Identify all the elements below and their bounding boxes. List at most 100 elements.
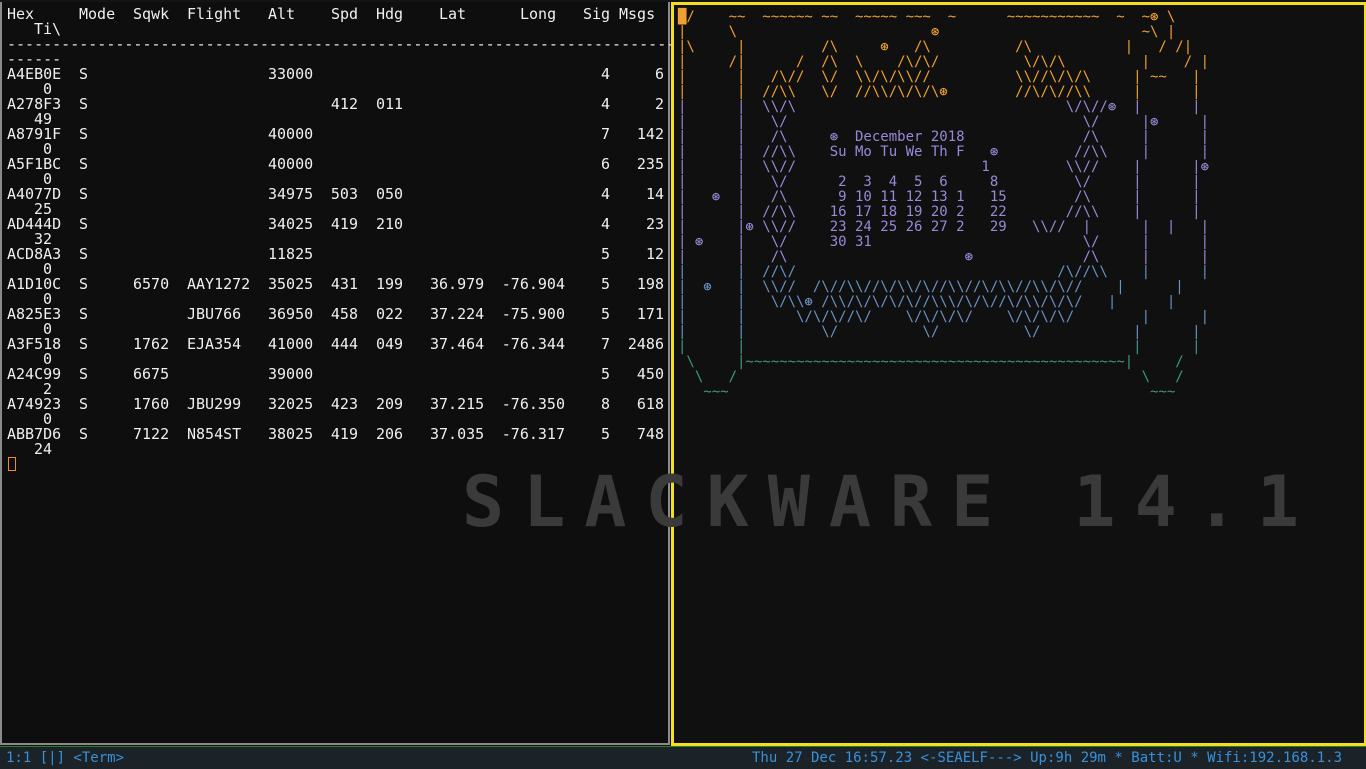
cell-flight: AAY1272: [187, 275, 251, 293]
table-row: AD444D S 34025 419 210 4 23: [2, 217, 668, 232]
cell-mode: S: [79, 395, 89, 413]
cell-long: -75.900: [501, 305, 565, 323]
table-row-wrap: 49: [2, 112, 668, 127]
cell-msgs: 618: [636, 395, 664, 413]
cell-long: -76.350: [501, 395, 565, 413]
art-line: | ⊛ | \\// /\//\\//\/\\/\//\\//\/\\//\\/…: [678, 279, 1184, 295]
workspace-indicator[interactable]: 1:1 [|] <Term>: [6, 747, 124, 769]
table-row: A5F1BC S 40000 6 235: [2, 157, 668, 172]
art-line: | | //\\ 16 17 18 19 20 2 22 //\\ | |: [678, 204, 1201, 220]
cell-msgs: 450: [636, 365, 664, 383]
cell-spd: 503: [330, 185, 358, 203]
cell-alt: 34025: [268, 215, 314, 233]
art-line: \ |~~~~~~~~~~~~~~~~~~~~~~~~~~~~~~~~~~~~~…: [678, 354, 1184, 370]
cell-hdg: 049: [376, 335, 404, 353]
table-row: A8791F S 40000 7 142: [2, 127, 668, 142]
cell-hdg: 022: [376, 305, 404, 323]
table-row-wrap: 24: [2, 442, 668, 457]
col-spd: Spd: [331, 5, 359, 23]
cell-mode: S: [79, 185, 89, 203]
cell-sig: 6: [600, 155, 610, 173]
table-row: ABB7D6 S 7122 N854ST 38025 419 206 37.035 -76.31…: [2, 427, 668, 442]
table-row-wrap: 0: [2, 352, 668, 367]
cell-sig: 4: [600, 215, 610, 233]
art-line: | | \/ \/ \/ | |: [678, 324, 1201, 340]
cell-alt: 36950: [268, 305, 314, 323]
cell-hdg: 011: [376, 95, 404, 113]
col-flight: Flight: [187, 5, 242, 23]
cell-alt: 39000: [268, 365, 314, 383]
cell-msgs: 12: [645, 245, 664, 263]
cell-mode: S: [79, 335, 89, 353]
terminal-pane-dump1090[interactable]: Hex Mode Sqwk Flight Alt Spd Hdg Lat Lon…: [0, 2, 675, 745]
cell-sig: 4: [600, 185, 610, 203]
art-line: | | | |: [678, 339, 1201, 355]
terminal-pane-calendar-art[interactable]: █/ ~~ ~~~~~~ ~~ ~~~~~ ~~~ ~ ~~~~~~~~~~~ …: [671, 2, 1366, 746]
table-row: A278F3 S 412 011 4 2: [2, 97, 668, 112]
cell-hex: A3F518: [7, 335, 62, 353]
system-info: Thu 27 Dec 16:57.23 <-SEAELF---> Up:9h 2…: [751, 750, 1342, 766]
col-mode: Mode: [79, 5, 116, 23]
cell-alt: 32025: [268, 395, 314, 413]
art-line: | | \\/\ \/\//⊛ | |: [678, 99, 1201, 115]
cell-alt: 38025: [268, 425, 314, 443]
cell-mode: S: [79, 215, 89, 233]
cell-mode: S: [79, 65, 89, 83]
art-line: | | //\\ Su Mo Tu We Th F ⊛ //\\ | |: [678, 144, 1210, 160]
table-row: A24C99 S 6675 39000 5 450: [2, 367, 668, 382]
terminal-cursor: [8, 457, 16, 471]
cell-sig: 4: [600, 95, 610, 113]
cell-mode: S: [79, 125, 89, 143]
art-line: █/ ~~ ~~~~~~ ~~ ~~~~~ ~~~ ~ ~~~~~~~~~~~ …: [678, 9, 1176, 25]
cell-sqwk: 1762: [133, 335, 170, 353]
cell-sig: 5: [600, 365, 610, 383]
cell-ti: 24: [33, 440, 52, 458]
table-row: A825E3 S JBU766 36950 458 022 37.224 -75.900 5 17…: [2, 307, 668, 322]
cell-msgs: 2486: [627, 335, 664, 353]
cell-lat: 37.464: [430, 335, 485, 353]
cell-spd: 423: [330, 395, 358, 413]
status-bar: 1:1 [|] <Term> Thu 27 Dec 16:57.23 <-SEA…: [0, 746, 1366, 769]
col-sig: Sig: [583, 5, 611, 23]
cell-spd: 419: [330, 425, 358, 443]
table-header: Hex Mode Sqwk Flight Alt Spd Hdg Lat Lon…: [2, 7, 668, 22]
cell-sig: 5: [600, 425, 610, 443]
cell-msgs: 171: [636, 305, 664, 323]
cell-sig: 7: [600, 335, 610, 353]
cell-spd: 431: [330, 275, 358, 293]
cell-lat: 37.215: [430, 395, 485, 413]
cell-spd: 412: [330, 95, 358, 113]
cell-spd: 458: [330, 305, 358, 323]
cell-hdg: 050: [376, 185, 404, 203]
art-line: | | //\/ /\//\\ | |: [678, 264, 1210, 280]
cell-mode: S: [79, 155, 89, 173]
cell-sig: 7: [600, 125, 610, 143]
col-hex: Hex: [7, 5, 35, 23]
art-line: | | //\\ \/ //\\/\/\/\⊛ //\/\//\\ | |: [678, 84, 1201, 100]
table-row: A74923 S 1760 JBU299 32025 423 209 37.215 -76.35…: [2, 397, 668, 412]
art-line: ~~~ ~~~: [678, 384, 1176, 400]
art-line: | | \/\/\//\/ \/\/\/\/ \/\/\/\/ | |: [678, 309, 1210, 325]
table-row-wrap: 32: [2, 232, 668, 247]
cell-hex: ACD8A3: [7, 245, 62, 263]
cell-spd: 444: [330, 335, 358, 353]
cell-hex: A24C99: [7, 365, 62, 383]
cell-mode: S: [79, 245, 89, 263]
cell-msgs: 6: [654, 65, 664, 83]
col-hdg: Hdg: [376, 5, 404, 23]
cell-msgs: 198: [636, 275, 664, 293]
cell-hex: A4EB0E: [7, 65, 62, 83]
art-line: | | \/ \/ |⊛ |: [678, 114, 1210, 130]
table-row-wrap: 0: [2, 142, 668, 157]
art-line: | |⊛ \\// 23 24 25 26 27 2 29 \\// | | |…: [678, 219, 1210, 235]
cell-msgs: 2: [654, 95, 664, 113]
col-lat: Lat: [439, 5, 467, 23]
art-line: | \ ⊛ ~\ |: [678, 24, 1176, 40]
col-msgs: Msgs: [619, 5, 656, 23]
cell-msgs: 748: [636, 425, 664, 443]
col-alt: Alt: [268, 5, 296, 23]
cell-sig: 4: [600, 65, 610, 83]
cell-mode: S: [79, 95, 89, 113]
cell-flight: N854ST: [187, 425, 242, 443]
cell-mode: S: [79, 275, 89, 293]
